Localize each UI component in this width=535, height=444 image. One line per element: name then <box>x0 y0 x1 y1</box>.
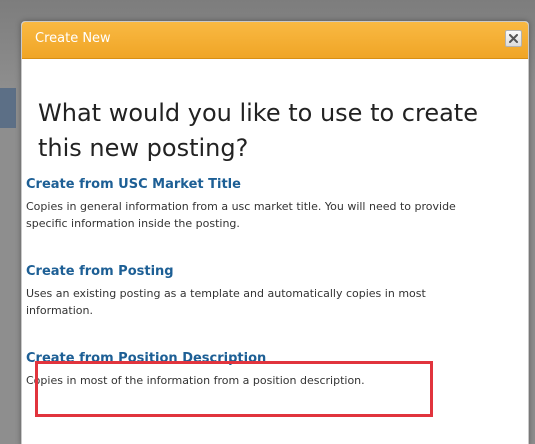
highlight-box <box>35 361 433 417</box>
close-button[interactable] <box>505 30 522 47</box>
dialog-title: Create New <box>35 31 111 46</box>
option-description: Uses an existing posting as a template a… <box>26 287 426 317</box>
dialog-content: What would you like to use to create thi… <box>22 96 528 166</box>
option-description: Copies in general information from a usc… <box>26 200 456 230</box>
dialog-heading: What would you like to use to create thi… <box>38 99 478 162</box>
option-posting: Create from Posting Uses an existing pos… <box>26 260 486 319</box>
option-usc-market-title: Create from USC Market Title Copies in g… <box>26 173 486 232</box>
create-from-usc-market-title-link[interactable]: Create from USC Market Title <box>26 177 241 192</box>
background-element <box>0 88 16 128</box>
close-icon <box>509 34 518 43</box>
create-from-posting-link[interactable]: Create from Posting <box>26 264 174 279</box>
dialog-titlebar: Create New <box>22 22 528 59</box>
